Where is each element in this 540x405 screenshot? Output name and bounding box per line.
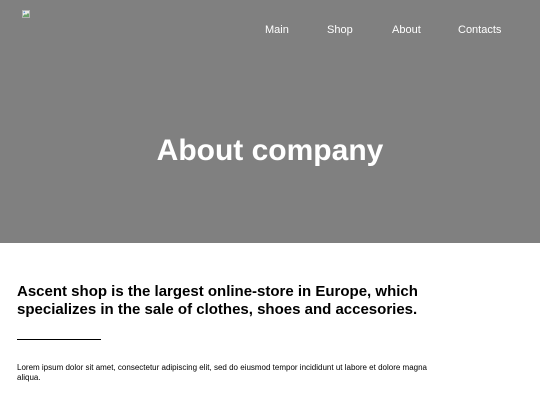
- nav-link-contacts[interactable]: Contacts: [458, 23, 501, 37]
- company-headline: Ascent shop is the largest online-store …: [17, 283, 418, 318]
- nav-link-about[interactable]: About: [392, 23, 421, 37]
- page-title: About company: [156, 134, 384, 167]
- page: Main Shop About Contacts About company A…: [0, 0, 540, 405]
- main-navigation: Main Shop About Contacts: [0, 23, 540, 37]
- nav-link-main[interactable]: Main: [265, 23, 289, 37]
- broken-image-icon: [22, 10, 30, 18]
- logo-broken-image-icon[interactable]: [21, 9, 31, 19]
- about-content: Ascent shop is the largest online-store …: [17, 283, 437, 382]
- nav-link-shop[interactable]: Shop: [327, 23, 353, 37]
- company-description: Lorem ipsum dolor sit amet, consectetur …: [17, 363, 427, 382]
- section-divider: [17, 339, 101, 340]
- hero-banner: Main Shop About Contacts About company: [0, 0, 540, 243]
